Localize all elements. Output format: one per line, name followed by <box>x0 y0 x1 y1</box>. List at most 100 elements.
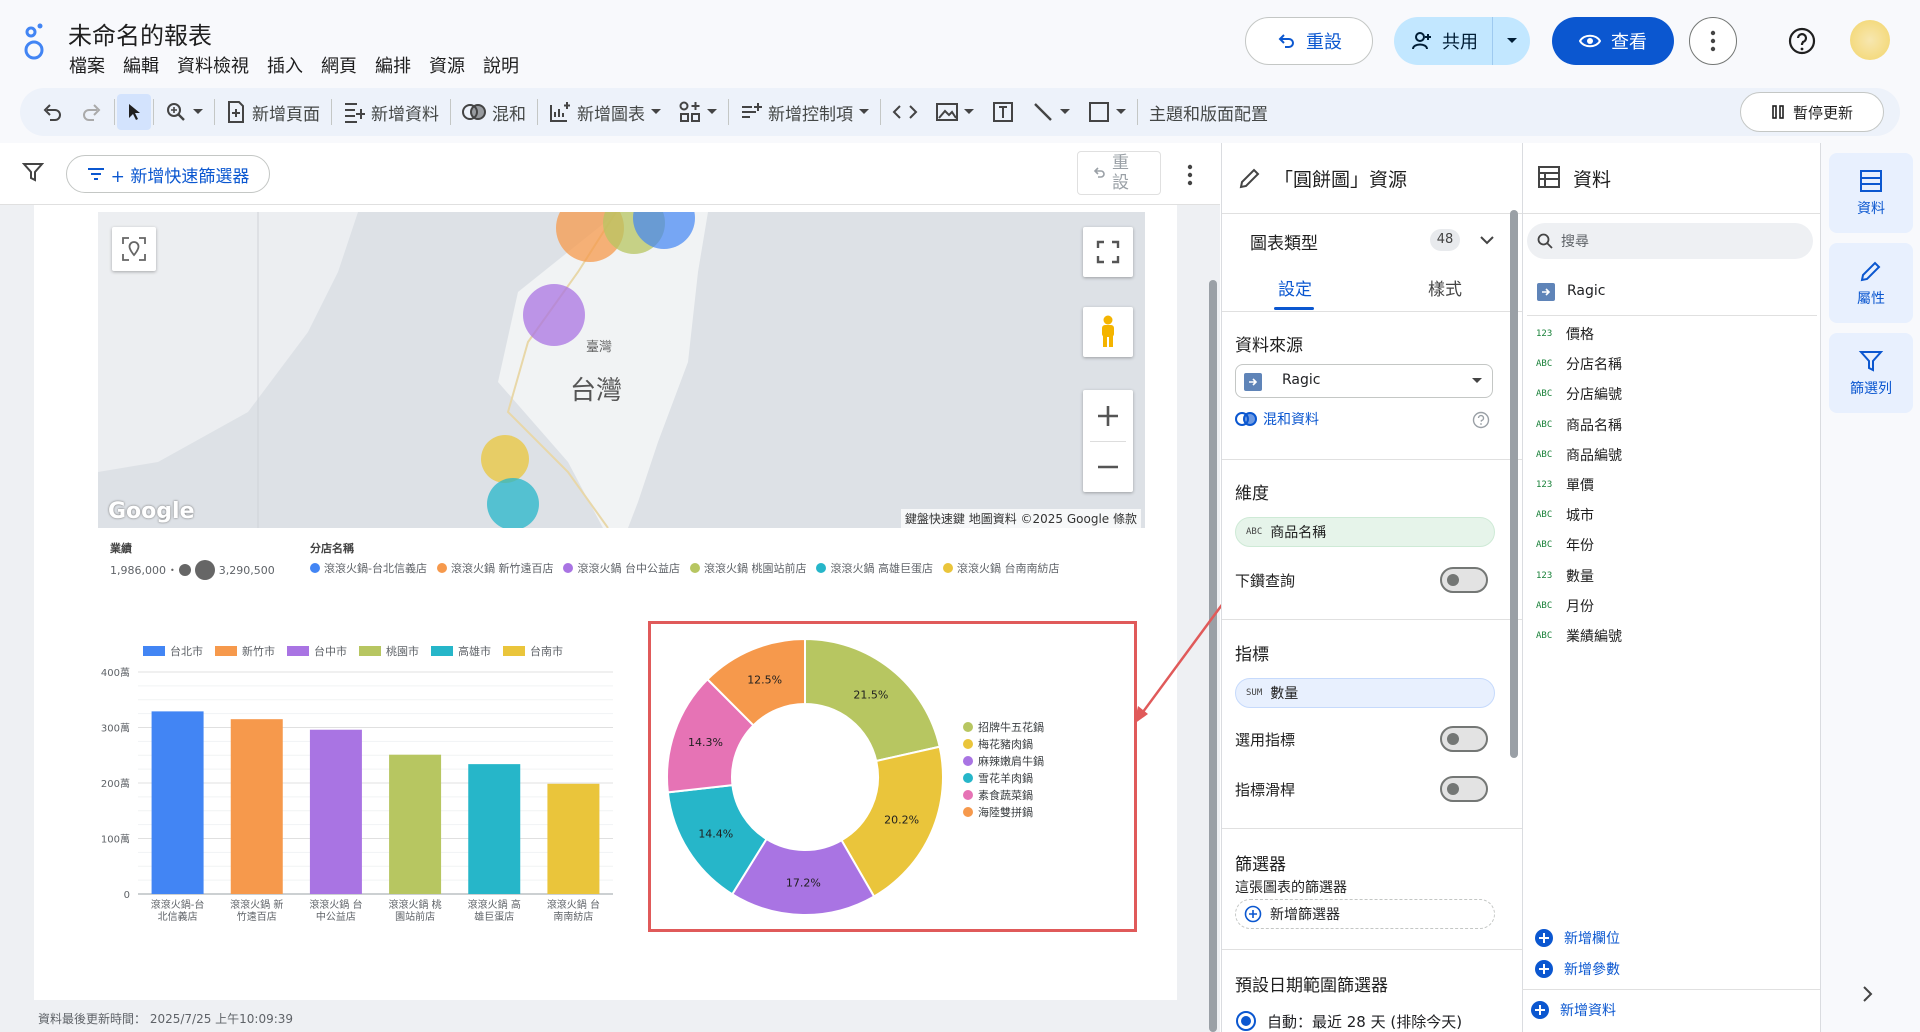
field-item[interactable]: ABC 分店編號 <box>1536 384 1622 404</box>
bar-legend-item[interactable]: 台中市 <box>287 644 347 658</box>
chart-type-row[interactable]: 圖表類型 48 <box>1222 215 1522 265</box>
store-legend-item[interactable]: 滾滾火鍋 桃園站前店 <box>689 560 806 576</box>
map-attribution[interactable]: 鍵盤快速鍵 地圖資料 ©2025 Google 條款 <box>900 509 1141 528</box>
bubble-map[interactable]: 臺灣 台灣 Google 鍵盤快速鍵 地圖資料 ©2025 Google 條款 <box>98 212 1145 528</box>
add-param-button[interactable]: 新增參數 <box>1534 959 1620 979</box>
dimension-chip[interactable]: ABC 商品名稱 <box>1235 517 1495 547</box>
field-item[interactable]: 123 價格 <box>1536 324 1594 344</box>
add-data-button[interactable]: 新增資料 <box>334 94 448 130</box>
bar[interactable] <box>389 754 442 894</box>
bar[interactable] <box>468 764 521 894</box>
field-item[interactable]: ABC 年份 <box>1536 535 1594 555</box>
add-chart-button[interactable]: 新增圖表 <box>540 94 670 130</box>
bar-legend-item[interactable]: 台北市 <box>143 644 203 658</box>
store-legend-item[interactable]: 滾滾火鍋 新竹遠百店 <box>436 560 553 576</box>
more-options-icon[interactable] <box>1689 17 1737 65</box>
map-bubble-tainan[interactable] <box>481 435 529 483</box>
bar-legend-item[interactable]: 高雄市 <box>431 644 491 658</box>
field-item[interactable]: ABC 業績編號 <box>1536 626 1622 646</box>
blend-data-link[interactable]: 混和資料 <box>1235 409 1319 429</box>
data-search-input[interactable]: 搜尋 <box>1527 223 1813 259</box>
bar[interactable] <box>547 783 600 894</box>
bar[interactable] <box>230 719 283 894</box>
help-icon[interactable] <box>1472 411 1490 429</box>
map-bubble-taichung[interactable] <box>523 284 585 346</box>
optional-metrics-toggle[interactable] <box>1440 726 1488 752</box>
zoom-button[interactable] <box>156 94 212 130</box>
store-legend-item[interactable]: 滾滾火鍋-台北信義店 <box>310 560 427 576</box>
bar[interactable] <box>309 729 362 894</box>
help-icon[interactable] <box>1786 25 1818 57</box>
theme-layout-button[interactable]: 主題和版面配置 <box>1140 94 1277 130</box>
bar-chart[interactable]: 台北市 新竹市 台中市 桃園市 高雄市 台南市 0 100萬 200萬 300萬 400萬滾滾火鍋-… <box>98 636 618 936</box>
shape-button[interactable] <box>1079 94 1135 130</box>
menu-edit[interactable]: 編輯 <box>114 50 168 80</box>
view-button[interactable]: 查看 <box>1552 17 1674 65</box>
store-legend-item[interactable]: 滾滾火鍋 台中公益店 <box>563 560 680 576</box>
blend-button[interactable]: 混和 <box>453 94 535 130</box>
add-filter-button[interactable]: 新增篩選器 <box>1235 899 1495 929</box>
metric-slider-toggle[interactable] <box>1440 776 1488 802</box>
tab-setup[interactable]: 設定 <box>1278 275 1312 300</box>
data-panel-source[interactable]: Ragic <box>1567 283 1605 299</box>
menu-resource[interactable]: 資源 <box>420 50 474 80</box>
rail-data-button[interactable]: 資料 <box>1829 153 1913 233</box>
chevron-down-icon[interactable] <box>1480 235 1494 245</box>
field-item[interactable]: 123 單價 <box>1536 475 1594 495</box>
undo-button[interactable] <box>32 94 72 130</box>
filter-icon[interactable] <box>22 161 44 183</box>
bar-legend-item[interactable]: 桃園市 <box>359 644 419 658</box>
field-item[interactable]: ABC 城市 <box>1536 505 1594 525</box>
bar[interactable] <box>151 711 204 894</box>
avatar[interactable] <box>1850 20 1890 60</box>
rail-filter-bar-button[interactable]: 篩選列 <box>1829 333 1913 413</box>
pause-update-button[interactable]: 暫停更新 <box>1740 92 1884 132</box>
more-vert-icon[interactable] <box>1180 163 1200 187</box>
zoom-in-icon[interactable] <box>1083 391 1133 441</box>
insert-image-button[interactable] <box>927 94 983 130</box>
add-control-button[interactable]: 新增控制項 <box>731 94 878 130</box>
reset-button[interactable]: 重設 <box>1245 17 1373 65</box>
add-field-button[interactable]: 新增欄位 <box>1534 928 1620 948</box>
date-auto-option[interactable]: 自動：最近 28 天 (排除今天) <box>1235 1010 1462 1032</box>
drill-down-toggle[interactable] <box>1440 567 1488 593</box>
bar-legend-item[interactable]: 台南市 <box>503 644 563 658</box>
field-item[interactable]: ABC 分店名稱 <box>1536 354 1622 374</box>
menu-insert[interactable]: 插入 <box>258 50 312 80</box>
document-title[interactable]: 未命名的報表 <box>68 16 212 51</box>
store-legend-item[interactable]: 滾滾火鍋 高雄巨蛋店 <box>816 560 933 576</box>
bar-legend-item[interactable]: 新竹市 <box>215 644 275 658</box>
add-data-panel-button[interactable]: 新增資料 <box>1530 1000 1616 1020</box>
share-button[interactable]: 共用 <box>1394 17 1530 65</box>
embed-code-button[interactable] <box>883 94 927 130</box>
field-item[interactable]: ABC 月份 <box>1536 596 1594 616</box>
menu-page[interactable]: 網頁 <box>312 50 366 80</box>
line-button[interactable] <box>1023 94 1079 130</box>
menu-view[interactable]: 資料檢視 <box>168 50 258 80</box>
field-item[interactable]: ABC 商品名稱 <box>1536 415 1622 435</box>
select-tool-button[interactable] <box>117 94 151 130</box>
add-component-button[interactable] <box>670 94 726 130</box>
add-quick-filter-button[interactable]: + 新增快速篩選器 <box>66 155 270 193</box>
locate-me-button[interactable] <box>112 227 156 271</box>
tab-style[interactable]: 樣式 <box>1428 275 1462 300</box>
menu-file[interactable]: 檔案 <box>60 50 114 80</box>
looker-studio-logo-icon[interactable] <box>20 22 50 62</box>
field-item[interactable]: 123 數量 <box>1536 566 1594 586</box>
fullscreen-button[interactable] <box>1083 227 1133 277</box>
add-page-button[interactable]: 新增頁面 <box>217 94 329 130</box>
share-dropdown-chevron-icon[interactable] <box>1492 17 1530 65</box>
metric-chip[interactable]: SUM 數量 <box>1235 678 1495 708</box>
data-source-select[interactable]: Ragic <box>1235 364 1493 398</box>
store-legend-item[interactable]: 滾滾火鍋 台南南紡店 <box>942 560 1059 576</box>
map-bubble-kaohsiung[interactable] <box>487 478 539 528</box>
chevron-right-icon[interactable] <box>1861 985 1875 1003</box>
menu-help[interactable]: 說明 <box>474 50 528 80</box>
canvas-reset-button[interactable]: 重設 <box>1077 151 1161 195</box>
zoom-out-icon[interactable] <box>1083 442 1133 492</box>
rail-props-button[interactable]: 屬性 <box>1829 243 1913 323</box>
redo-button[interactable] <box>72 94 112 130</box>
field-item[interactable]: ABC 商品編號 <box>1536 445 1622 465</box>
properties-scrollbar[interactable] <box>1510 210 1518 758</box>
text-box-button[interactable] <box>983 94 1023 130</box>
